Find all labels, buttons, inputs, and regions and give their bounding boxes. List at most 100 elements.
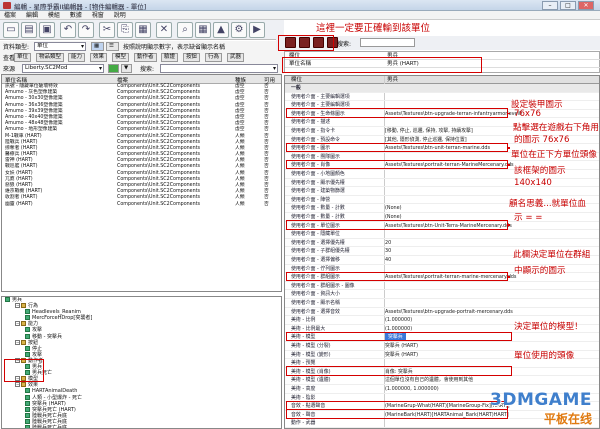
tab-effect[interactable]: 效果 — [90, 53, 108, 62]
tab-item-type[interactable]: 物品類型 — [36, 53, 65, 62]
property-value[interactable]: [移動, 停止, 巡邏, 保持, 攻擊, 持續攻擊] — [385, 127, 473, 135]
property-name: 使用者介面 - 子群組優先權 — [291, 248, 350, 255]
menu-edit[interactable]: 編輯 — [22, 11, 42, 20]
delete-icon[interactable]: ✕ — [156, 22, 172, 38]
menu-help[interactable]: 說明 — [110, 11, 130, 20]
column-header-available[interactable]: 可用 — [264, 76, 275, 84]
menu-modules[interactable]: 模組 — [44, 11, 64, 20]
property-row[interactable]: 使用者介面 - 資訊大小 — [285, 290, 599, 299]
watermark-line-1: 3DMGAME — [490, 390, 592, 410]
copy-icon[interactable]: ⎘ — [117, 22, 133, 38]
properties-column-field[interactable]: 欄位 — [291, 76, 302, 84]
property-category[interactable]: 一般 — [285, 84, 599, 93]
new-icon[interactable]: ▭ — [3, 22, 19, 38]
unit-list-rows: 訊號 - 隱藏單位破壞特效 Components\Unit.SC2Componen… — [2, 84, 281, 208]
list-search-input[interactable] — [160, 64, 278, 73]
property-highlight — [286, 142, 508, 153]
properties-column-value[interactable]: 男兵 — [387, 76, 398, 84]
menu-file[interactable]: 檔案 — [0, 11, 20, 20]
column-header-race[interactable]: 種族 — [235, 76, 246, 84]
tree-item-label: 攻擊 — [32, 327, 43, 334]
source-select[interactable]: Liberty.SC2Mod — [22, 64, 104, 73]
property-value[interactable]: (1.000000) — [385, 316, 412, 324]
tree-item-label: 攻擊 — [32, 351, 43, 358]
annotation-portrait-frame: 該框架的圖示 — [514, 166, 566, 176]
cut-icon[interactable]: ✂ — [99, 22, 115, 38]
close-button[interactable]: ✕ — [578, 1, 594, 10]
source-row: 來源 Liberty.SC2Mod ▼ 搜索: — [0, 63, 284, 74]
grid-icon[interactable]: ▦ — [195, 22, 211, 38]
tab-actor[interactable]: 動作者 — [134, 53, 157, 62]
list-search-label: 搜索: — [140, 66, 155, 73]
tab-model[interactable]: 模型 — [112, 53, 130, 62]
menu-data[interactable]: 數據 — [66, 11, 86, 20]
unit-available-cell: 否 — [264, 201, 269, 207]
property-row[interactable]: 使用者介面 - 顯示名稱 — [285, 299, 599, 308]
tab-button[interactable]: 按鈕 — [183, 53, 201, 62]
tab-unit[interactable]: 單位 — [14, 53, 32, 62]
annotation-unit-icon-2: 示 = = — [514, 213, 543, 223]
property-value[interactable]: 40 — [385, 256, 391, 264]
property-row[interactable]: 美術 - 模型 (遺體) 這個單位沒有自己的遺體，會使用到其他 — [285, 376, 599, 385]
unit-name-highlight — [282, 57, 482, 73]
tree-item[interactable]: 陸戰兵死亡兵底 — [2, 424, 281, 428]
property-value[interactable]: 突擊兵 (HART) — [385, 351, 418, 359]
property-row[interactable]: 使用者介面 - 建築物篩選 — [285, 187, 599, 196]
object-icon — [25, 412, 30, 418]
property-row[interactable]: 使用者介面 - 群組圖示 - 圖像 — [285, 282, 599, 291]
annotation-icon-size: 的圖示 76x76 — [514, 135, 570, 145]
menu-window[interactable]: 視窗 — [88, 11, 108, 20]
tree-expand-icon[interactable]: − — [15, 339, 20, 345]
tab-behavior[interactable]: 行為 — [205, 53, 223, 62]
property-name: 使用者介面 - 陣營 — [291, 196, 331, 203]
properties-search-input[interactable] — [360, 38, 415, 47]
add-filter-icon[interactable] — [108, 64, 119, 73]
minimize-button[interactable]: – — [542, 1, 558, 10]
properties-header: 欄位 男兵 — [285, 76, 599, 84]
object-icon — [25, 327, 30, 333]
tab-validator[interactable]: 驗證 — [161, 53, 179, 62]
save-icon[interactable]: ▣ — [39, 22, 55, 38]
property-value[interactable]: (None) — [385, 204, 402, 212]
tree-expand-icon[interactable]: − — [15, 303, 20, 309]
annotation-portrait: 單位在正下方單位頭像 — [511, 150, 597, 160]
trigger-icon[interactable]: ⚙ — [231, 22, 247, 38]
property-value[interactable]: 20 — [385, 239, 391, 247]
tree-view-icon[interactable]: ☰ — [106, 42, 119, 51]
property-row[interactable]: 使用者介面 - 選擇優先權 20 — [285, 239, 599, 248]
terrain-icon[interactable]: ▲ — [213, 22, 229, 38]
annotation-portrait-model: 單位使用的頭像 — [514, 351, 575, 361]
property-value[interactable]: 突擊兵 (HART) — [385, 342, 418, 350]
filter-icon[interactable]: ▼ — [121, 64, 132, 73]
property-row[interactable]: 使用者介面 - 隱藏單位 — [285, 230, 599, 239]
undo-icon[interactable]: ↶ — [60, 22, 76, 38]
property-value[interactable]: 這個單位沒有自己的遺體，會使用到其他 — [385, 376, 473, 384]
unit-list-header: 單位名稱 檔案 種族 可用 — [2, 75, 281, 84]
paste-icon[interactable]: ▦ — [135, 22, 151, 38]
maximize-button[interactable]: □ — [560, 1, 576, 10]
data-type-select[interactable]: 單位 — [34, 42, 86, 51]
tree-item-label: 人類 - 小型爆炸 - 死亡 — [32, 394, 82, 401]
property-row[interactable]: 使用者介面 - 選擇音效 Assets\Textures\btn-upgrade-… — [285, 308, 599, 317]
tree-expand-icon[interactable]: − — [15, 382, 20, 388]
table-row[interactable]: 幽靈 (HART) Components\Unit.SC2Components 人類… — [2, 202, 281, 208]
annotation-icon-usage: 點擊選在遊戲右下角用 — [513, 123, 599, 133]
find-icon[interactable]: ⌕ — [177, 22, 193, 38]
property-value[interactable]: (1.000000, 1.000000) — [385, 385, 439, 393]
object-icon — [25, 418, 30, 424]
tab-weapon[interactable]: 武器 — [227, 53, 245, 62]
open-icon[interactable]: ▤ — [21, 22, 37, 38]
property-row[interactable]: 使用者介面 - 顯示優先權 — [285, 179, 599, 188]
column-header-file[interactable]: 檔案 — [117, 76, 128, 84]
tab-ability[interactable]: 能力 — [68, 53, 86, 62]
data-type-row: 資料類型: 單位 ▦ ☰ 按照說明顯示數字，表示缺省顯示名稱 — [0, 41, 284, 52]
table-view-icon[interactable]: ▦ — [91, 42, 104, 51]
property-name: 使用者介面 - 選擇音效 — [291, 308, 340, 315]
tree-expand-icon[interactable]: − — [15, 321, 20, 327]
column-header-name[interactable]: 單位名稱 — [5, 76, 27, 84]
redo-icon[interactable]: ↷ — [78, 22, 94, 38]
property-value[interactable]: 30 — [385, 247, 391, 255]
table-toggle-label[interactable]: 按照說明顯示數字，表示缺省顯示名稱 — [123, 42, 225, 51]
property-value[interactable]: Assets\Textures\btn-upgrade-portrait-mer… — [385, 308, 513, 316]
test-map-icon[interactable]: ▶ — [249, 22, 265, 38]
